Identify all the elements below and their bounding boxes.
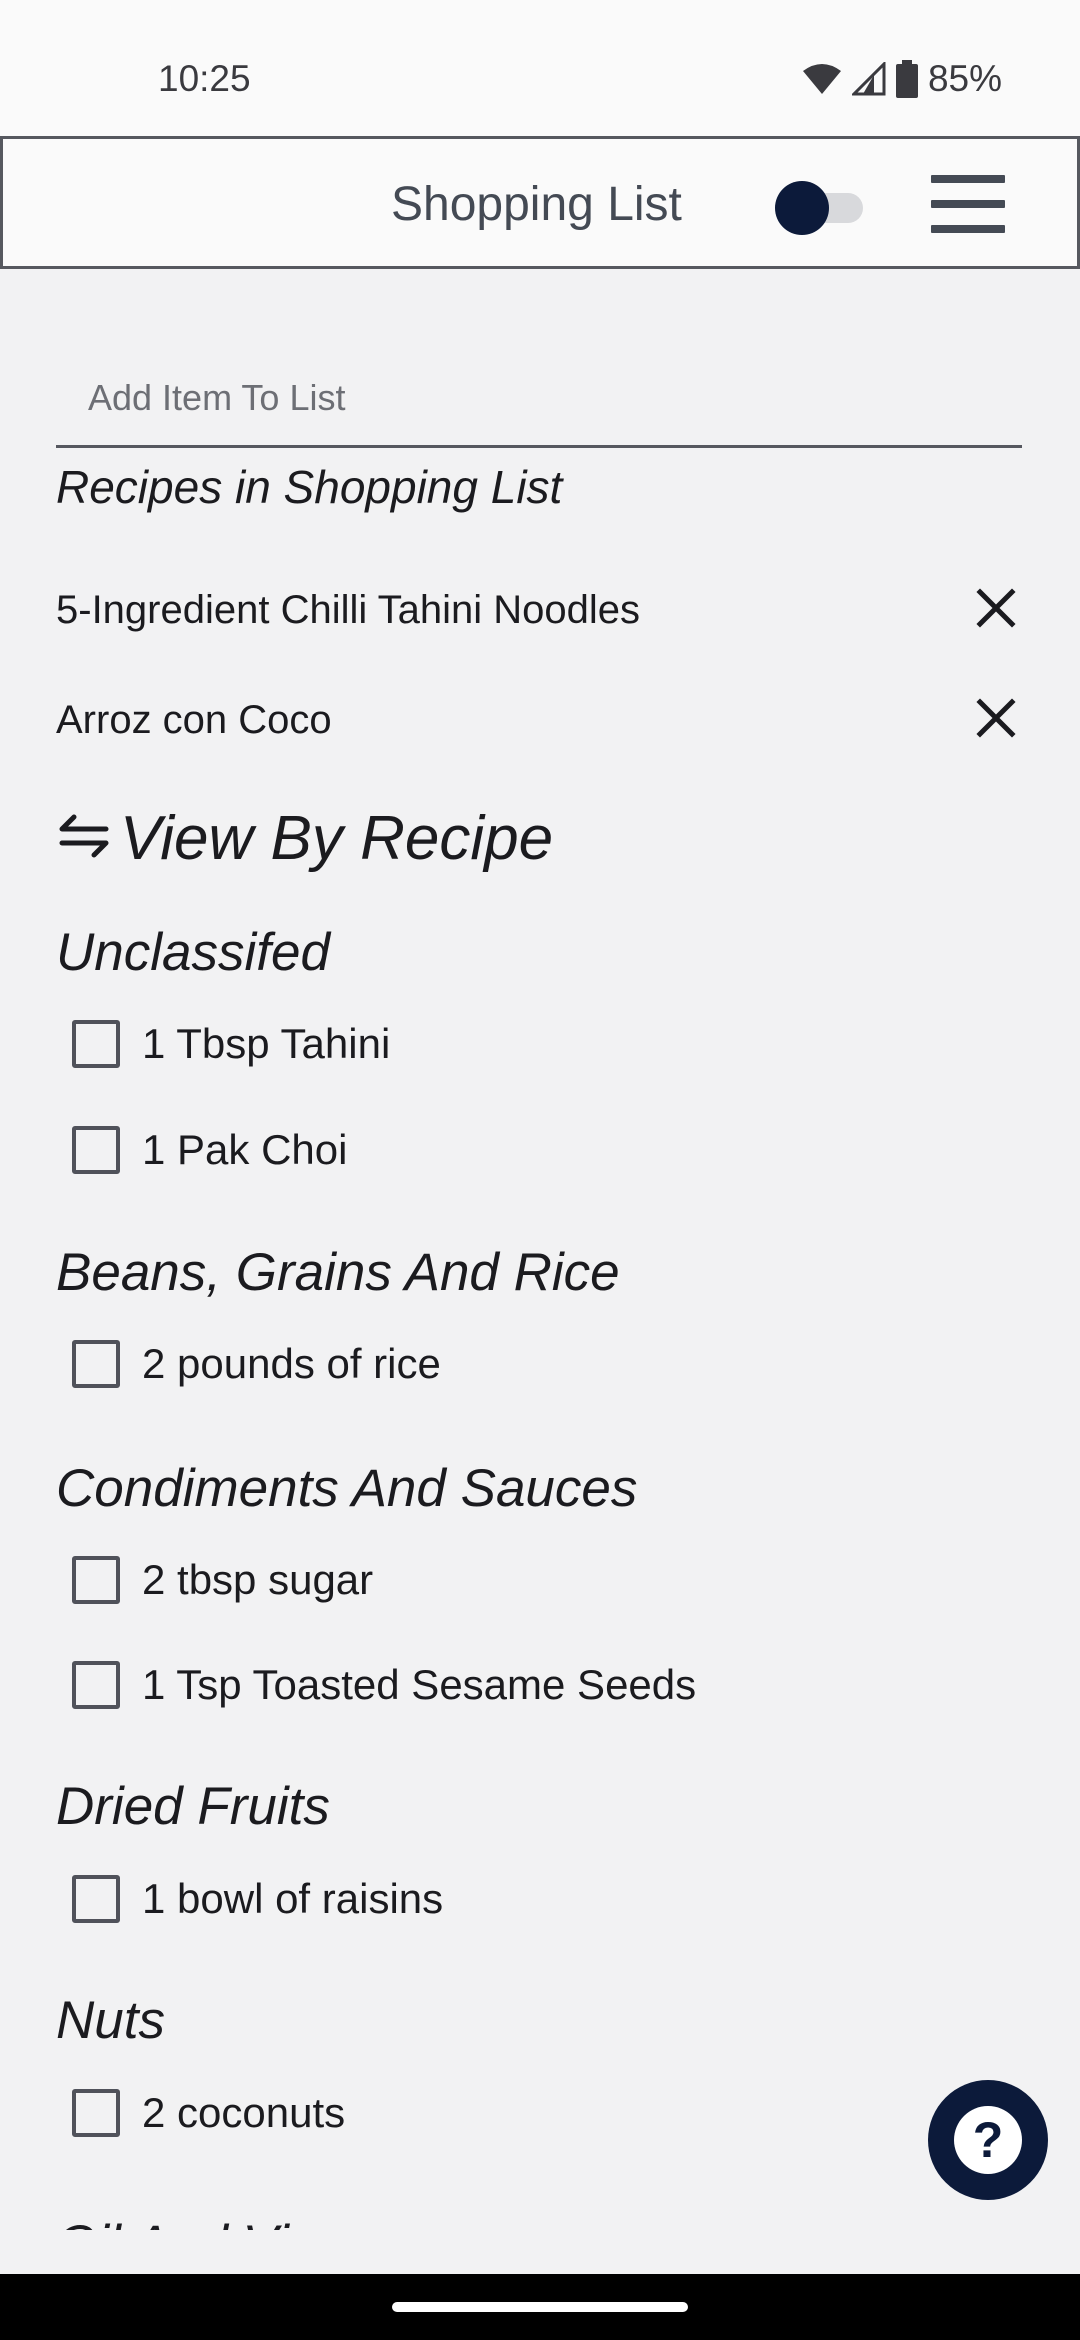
recipe-name: Arroz con Coco	[56, 698, 332, 742]
remove-recipe-close-icon[interactable]	[970, 582, 1022, 634]
recipe-row: Arroz con Coco	[56, 678, 1022, 758]
item-label: 2 tbsp sugar	[142, 1556, 374, 1603]
item-checkbox[interactable]	[72, 1556, 120, 1604]
category-heading: Oil And Vinegar	[56, 2214, 424, 2230]
item-label: 1 Tsp Toasted Sesame Seeds	[142, 1661, 697, 1708]
item-checkbox[interactable]	[72, 2089, 120, 2137]
help-button[interactable]: ?	[928, 2080, 1048, 2200]
status-indicators: 85%	[802, 58, 1002, 100]
item-checkbox[interactable]	[72, 1126, 120, 1174]
list-item: 1 Tsp Toasted Sesame Seeds	[72, 1655, 696, 1715]
category-heading: Unclassifed	[56, 923, 330, 982]
view-by-recipe-label: View By Recipe	[120, 803, 554, 873]
item-label: 1 Pak Choi	[142, 1126, 348, 1173]
category-heading: Beans, Grains And Rice	[56, 1243, 620, 1302]
category-heading: Condiments And Sauces	[56, 1459, 638, 1518]
status-time: 10:25	[158, 58, 251, 99]
item-checkbox[interactable]	[72, 1875, 120, 1923]
category-heading: Dried Fruits	[56, 1777, 330, 1836]
item-checkbox[interactable]	[72, 1020, 120, 1068]
list-item: 1 Pak Choi	[72, 1120, 347, 1180]
system-nav-bar	[0, 2274, 1080, 2340]
item-checkbox[interactable]	[72, 1340, 120, 1388]
item-label: 1 bowl of raisins	[142, 1875, 444, 1922]
list-item: 1 bowl of raisins	[72, 1869, 443, 1929]
signal-icon	[851, 62, 886, 96]
mode-toggle[interactable]	[775, 181, 867, 235]
item-label: 2 pounds of rice	[142, 1340, 441, 1387]
item-label: 1 Tbsp Tahini	[142, 1020, 391, 1067]
battery-percent: 85%	[927, 58, 1002, 99]
scroll-clip: Oil And Vinegar	[0, 2180, 1080, 2230]
battery-icon	[895, 60, 918, 98]
recipe-row: 5-Ingredient Chilli Tahini Noodles	[56, 568, 1022, 648]
app-header: Shopping List	[0, 136, 1080, 269]
home-gesture-handle[interactable]	[392, 2302, 688, 2312]
item-label: 2 coconuts	[142, 2089, 346, 2136]
toggle-knob	[775, 181, 829, 235]
recipe-name: 5-Ingredient Chilli Tahini Noodles	[56, 588, 641, 632]
item-checkbox[interactable]	[72, 1661, 120, 1709]
add-item-input[interactable]	[88, 368, 988, 428]
recipes-heading: Recipes in Shopping List	[56, 461, 563, 513]
list-item: 1 Tbsp Tahini	[72, 1014, 390, 1074]
view-by-recipe-button[interactable]: View By Recipe	[56, 798, 553, 878]
add-item-field	[56, 352, 1022, 448]
list-item: 2 tbsp sugar	[72, 1550, 373, 1610]
swap-arrows-icon	[56, 807, 114, 870]
wifi-icon	[802, 64, 841, 94]
question-mark-icon: ?	[954, 2106, 1022, 2174]
status-bar: 10:25 85%	[0, 0, 1080, 136]
list-item: 2 coconuts	[72, 2083, 345, 2143]
list-item: 2 pounds of rice	[72, 1334, 441, 1394]
hamburger-menu-icon[interactable]	[931, 175, 1005, 233]
remove-recipe-close-icon[interactable]	[970, 692, 1022, 744]
category-heading: Nuts	[56, 1991, 165, 2050]
page-title: Shopping List	[391, 178, 682, 231]
